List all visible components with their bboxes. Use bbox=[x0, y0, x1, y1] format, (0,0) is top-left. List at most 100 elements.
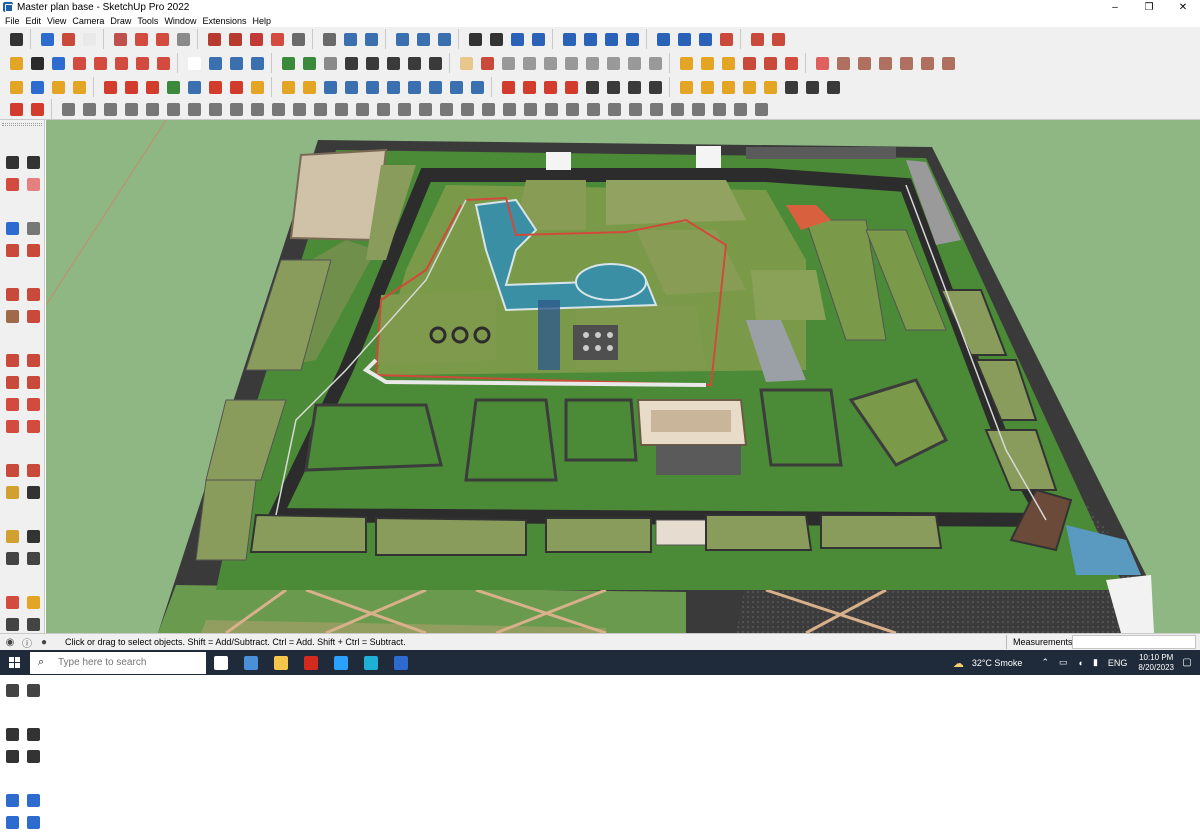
tool-button[interactable] bbox=[227, 100, 246, 119]
tool-button[interactable] bbox=[28, 78, 47, 97]
tool-button[interactable] bbox=[185, 54, 204, 73]
taskbar-app-button[interactable] bbox=[236, 650, 266, 675]
tool-button[interactable] bbox=[803, 78, 822, 97]
tool-button[interactable] bbox=[623, 30, 642, 49]
battery-icon[interactable]: ▮ bbox=[1093, 657, 1098, 668]
taskbar-app-button[interactable] bbox=[296, 650, 326, 675]
tool-button[interactable] bbox=[458, 100, 477, 119]
tool-button[interactable] bbox=[602, 30, 621, 49]
tool-button[interactable] bbox=[143, 78, 162, 97]
tool-button[interactable] bbox=[395, 100, 414, 119]
tool-button[interactable] bbox=[3, 307, 22, 326]
tool-button[interactable] bbox=[520, 54, 539, 73]
tool-button[interactable] bbox=[479, 100, 498, 119]
tool-button[interactable] bbox=[24, 461, 43, 480]
tool-button[interactable] bbox=[70, 54, 89, 73]
tool-button[interactable] bbox=[3, 373, 22, 392]
tool-button[interactable] bbox=[279, 54, 298, 73]
tool-button[interactable] bbox=[24, 681, 43, 700]
tool-button[interactable] bbox=[897, 54, 916, 73]
tool-button[interactable] bbox=[153, 30, 172, 49]
tool-button[interactable] bbox=[604, 54, 623, 73]
tool-button[interactable] bbox=[752, 100, 771, 119]
tool-button[interactable] bbox=[353, 100, 372, 119]
tool-button[interactable] bbox=[112, 54, 131, 73]
tool-button[interactable] bbox=[647, 100, 666, 119]
menu-extensions[interactable]: Extensions bbox=[199, 16, 249, 26]
close-button[interactable]: ✕ bbox=[1166, 0, 1200, 14]
tool-button[interactable] bbox=[248, 54, 267, 73]
menu-help[interactable]: Help bbox=[249, 16, 274, 26]
tool-button[interactable] bbox=[226, 30, 245, 49]
tool-button[interactable] bbox=[24, 813, 43, 832]
tool-button[interactable] bbox=[876, 54, 895, 73]
tool-button[interactable] bbox=[584, 100, 603, 119]
language-indicator[interactable]: ENG bbox=[1108, 658, 1128, 668]
tool-button[interactable] bbox=[133, 54, 152, 73]
tool-button[interactable] bbox=[185, 100, 204, 119]
network-icon[interactable]: ▭ bbox=[1059, 657, 1068, 668]
tool-button[interactable] bbox=[731, 100, 750, 119]
tool-button[interactable] bbox=[70, 78, 89, 97]
tool-button[interactable] bbox=[508, 30, 527, 49]
tool-button[interactable] bbox=[300, 78, 319, 97]
search-input[interactable] bbox=[58, 657, 158, 668]
tool-button[interactable] bbox=[311, 100, 330, 119]
clock[interactable]: 10:10 PM 8/20/2023 bbox=[1138, 653, 1174, 673]
tool-button[interactable] bbox=[321, 78, 340, 97]
tool-button[interactable] bbox=[7, 30, 26, 49]
user-icon[interactable]: ● bbox=[37, 635, 51, 649]
tool-button[interactable] bbox=[719, 54, 738, 73]
geo-location-icon[interactable]: ◉ bbox=[3, 635, 17, 649]
tool-button[interactable] bbox=[206, 100, 225, 119]
tool-button[interactable] bbox=[520, 78, 539, 97]
tool-button[interactable] bbox=[363, 78, 382, 97]
tool-button[interactable] bbox=[3, 153, 22, 172]
tool-button[interactable] bbox=[24, 747, 43, 766]
tool-button[interactable] bbox=[24, 241, 43, 260]
maximize-button[interactable]: ❐ bbox=[1132, 0, 1166, 14]
tool-button[interactable] bbox=[560, 30, 579, 49]
taskbar-search[interactable]: ⌕ bbox=[30, 651, 206, 674]
weather-text[interactable]: 32°C Smoke bbox=[972, 658, 1023, 668]
menu-draw[interactable]: Draw bbox=[107, 16, 134, 26]
measurements-input[interactable] bbox=[1072, 635, 1196, 649]
tool-button[interactable] bbox=[24, 593, 43, 612]
toolbar-grip[interactable] bbox=[2, 123, 42, 126]
tool-button[interactable] bbox=[435, 30, 454, 49]
tool-button[interactable] bbox=[3, 219, 22, 238]
tool-button[interactable] bbox=[626, 100, 645, 119]
tool-button[interactable] bbox=[24, 395, 43, 414]
tool-button[interactable] bbox=[80, 30, 99, 49]
notification-icon[interactable]: ▢ bbox=[1180, 656, 1194, 670]
tool-button[interactable] bbox=[393, 30, 412, 49]
tool-button[interactable] bbox=[761, 78, 780, 97]
menu-camera[interactable]: Camera bbox=[69, 16, 107, 26]
tool-button[interactable] bbox=[38, 30, 57, 49]
tool-button[interactable] bbox=[24, 615, 43, 634]
tool-button[interactable] bbox=[24, 549, 43, 568]
tool-button[interactable] bbox=[363, 54, 382, 73]
tool-button[interactable] bbox=[675, 30, 694, 49]
tool-button[interactable] bbox=[740, 78, 759, 97]
tool-button[interactable] bbox=[563, 100, 582, 119]
tool-button[interactable] bbox=[3, 593, 22, 612]
tool-button[interactable] bbox=[416, 100, 435, 119]
tool-button[interactable] bbox=[3, 395, 22, 414]
tool-button[interactable] bbox=[918, 54, 937, 73]
tool-button[interactable] bbox=[7, 100, 26, 119]
tool-button[interactable] bbox=[24, 417, 43, 436]
tool-button[interactable] bbox=[698, 54, 717, 73]
tool-button[interactable] bbox=[646, 54, 665, 73]
tool-button[interactable] bbox=[342, 54, 361, 73]
tool-button[interactable] bbox=[696, 30, 715, 49]
tool-button[interactable] bbox=[717, 30, 736, 49]
taskbar-app-button[interactable] bbox=[326, 650, 356, 675]
tool-button[interactable] bbox=[689, 100, 708, 119]
tool-button[interactable] bbox=[583, 54, 602, 73]
taskbar-app-button[interactable] bbox=[356, 650, 386, 675]
tool-button[interactable] bbox=[206, 54, 225, 73]
tool-button[interactable] bbox=[164, 78, 183, 97]
tool-button[interactable] bbox=[28, 100, 47, 119]
tool-button[interactable] bbox=[24, 285, 43, 304]
